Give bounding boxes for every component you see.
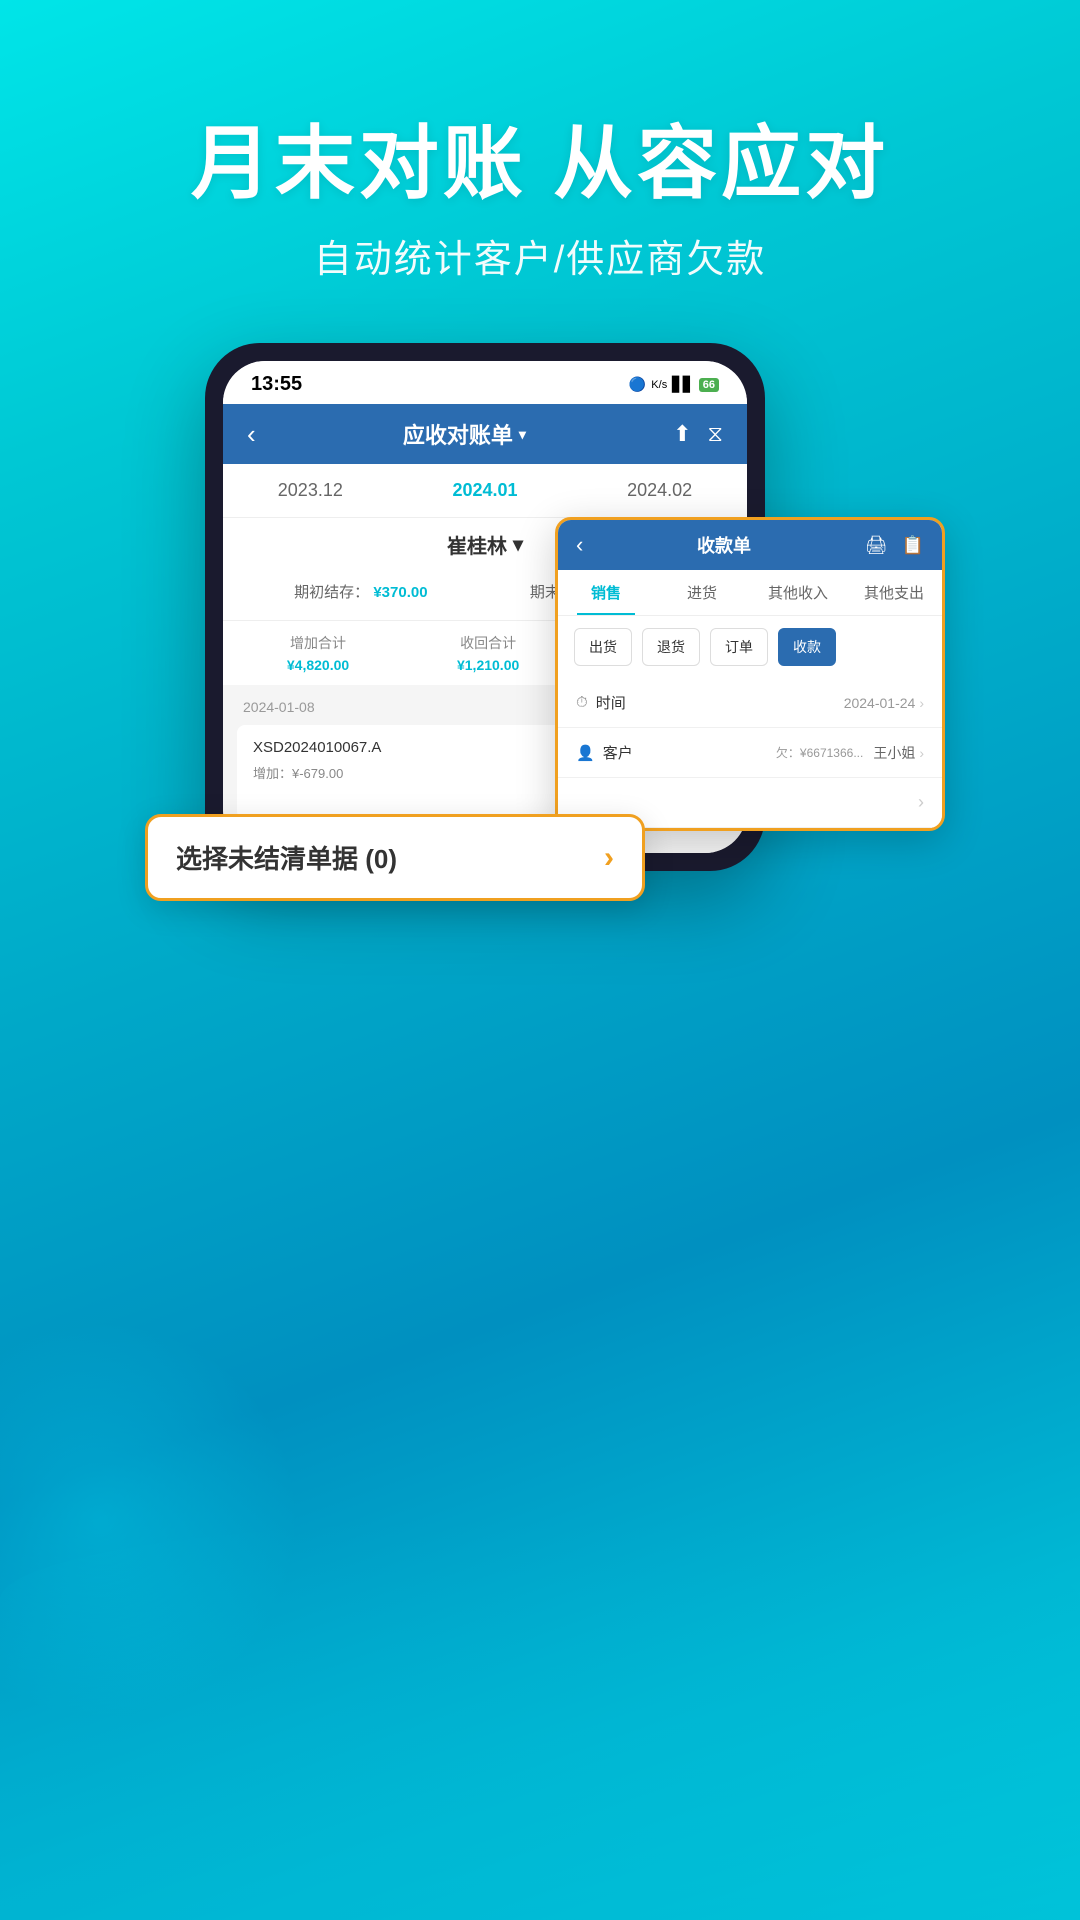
signal-icon: K/s — [651, 379, 667, 391]
customer-debt: 欠：¥6671366... — [776, 744, 863, 761]
time-arrow-icon: › — [919, 695, 924, 711]
customer-label: 👤 客户 — [576, 742, 633, 763]
month-tab-2024-01[interactable]: 2024.01 — [452, 480, 517, 501]
opening-balance: 期初结存： ¥370.00 — [294, 581, 427, 606]
time-text: 时间 — [596, 692, 626, 713]
stat-increase: 增加合计 ¥4,820.00 — [287, 633, 349, 673]
month-tab-2024-02[interactable]: 2024.02 — [627, 480, 692, 501]
bluetooth-icon: 🔵 — [629, 376, 646, 393]
trans-increase: 增加：¥-679.00 — [253, 763, 343, 801]
time-icon: ⏱ — [576, 694, 588, 711]
main-title: 月末对账 从容应对 — [191, 120, 889, 208]
stat-recover-value: ¥1,210.00 — [457, 657, 519, 673]
app-header: ‹ 应收对账单 ▾ ⬆ ⧖ — [223, 404, 747, 464]
filter-icon[interactable]: ⧖ — [708, 421, 723, 447]
payment-tabs: 销售 进货 其他收入 其他支出 — [558, 570, 942, 616]
btn-payment[interactable]: 收款 — [778, 628, 836, 666]
network-bars-icon: ▋▋ — [672, 376, 694, 393]
month-tab-2023-12[interactable]: 2023.12 — [278, 480, 343, 501]
customer-text: 客户 — [603, 742, 633, 763]
form-row-customer[interactable]: 👤 客户 欠：¥6671366... 王小姐 › — [558, 728, 942, 778]
extra-arrow-icon: › — [918, 792, 924, 813]
screen-title: 应收对账单 — [403, 418, 513, 450]
month-tabs: 2023.12 2024.01 2024.02 — [223, 464, 747, 518]
status-icons: 🔵 K/s ▋▋ 66 — [629, 376, 719, 393]
print-icon[interactable]: 🖨 — [865, 535, 888, 556]
btn-return[interactable]: 退货 — [642, 628, 700, 666]
transaction-date: 2024-01-08 — [243, 699, 315, 715]
dropdown-icon[interactable]: ▾ — [519, 426, 526, 443]
back-button[interactable]: ‹ — [247, 419, 256, 450]
payment-back-button[interactable]: ‹ — [576, 532, 583, 558]
tab-other-expense[interactable]: 其他支出 — [846, 570, 942, 615]
tab-other-income[interactable]: 其他收入 — [750, 570, 846, 615]
action-buttons-row: 出货 退货 订单 收款 — [558, 616, 942, 678]
customer-dropdown-icon: ▾ — [513, 532, 523, 557]
uncleared-text: 选择未结清单据 (0) — [176, 839, 397, 876]
sub-title: 自动统计客户/供应商欠款 — [191, 228, 889, 283]
status-time: 13:55 — [251, 373, 302, 396]
stat-recover: 收回合计 ¥1,210.00 — [457, 633, 519, 673]
uncleared-arrow-icon: › — [604, 841, 614, 875]
payment-card: ‹ 收款单 🖨 📋 销售 进货 其他收入 其他支出 出货 退货 订单 收款 — [555, 517, 945, 831]
stat-recover-label: 收回合计 — [457, 633, 519, 653]
form-row-time[interactable]: ⏱ 时间 2024-01-24 › — [558, 678, 942, 728]
status-bar: 13:55 🔵 K/s ▋▋ 66 — [223, 361, 747, 404]
customer-icon: 👤 — [576, 744, 595, 762]
header-section: 月末对账 从容应对 自动统计客户/供应商欠款 — [191, 0, 889, 283]
export-icon[interactable]: ⬆ — [673, 421, 691, 447]
stat-increase-value: ¥4,820.00 — [287, 657, 349, 673]
btn-order[interactable]: 订单 — [710, 628, 768, 666]
stat-increase-label: 增加合计 — [287, 633, 349, 653]
tab-sales[interactable]: 销售 — [558, 570, 654, 615]
payment-action-icons: 🖨 📋 — [865, 535, 924, 556]
phone-wrapper: 13:55 🔵 K/s ▋▋ 66 ‹ 应收对账单 ▾ — [165, 343, 915, 871]
customer-arrow-icon: › — [919, 745, 924, 761]
transaction-id: XSD2024010067.A — [253, 739, 381, 759]
btn-shipment[interactable]: 出货 — [574, 628, 632, 666]
customer-value: 欠：¥6671366... 王小姐 › — [776, 743, 924, 763]
time-label: ⏱ 时间 — [576, 692, 626, 713]
opening-label: 期初结存： ¥370.00 — [294, 581, 427, 602]
header-action-icons: ⬆ ⧖ — [673, 421, 723, 447]
opening-value: ¥370.00 — [373, 584, 427, 601]
app-header-title: 应收对账单 ▾ — [403, 418, 526, 450]
tab-purchase[interactable]: 进货 — [654, 570, 750, 615]
customer-contact: 王小姐 — [873, 743, 915, 763]
time-value: 2024-01-24 › — [844, 695, 924, 711]
uncleared-banner[interactable]: 选择未结清单据 (0) › — [145, 814, 645, 901]
battery-icon: 66 — [699, 378, 719, 392]
payment-title: 收款单 — [697, 532, 751, 558]
payment-header: ‹ 收款单 🖨 📋 — [558, 520, 942, 570]
customer-name-text: 崔桂林 — [447, 530, 507, 559]
save-doc-icon[interactable]: 📋 — [902, 535, 924, 556]
